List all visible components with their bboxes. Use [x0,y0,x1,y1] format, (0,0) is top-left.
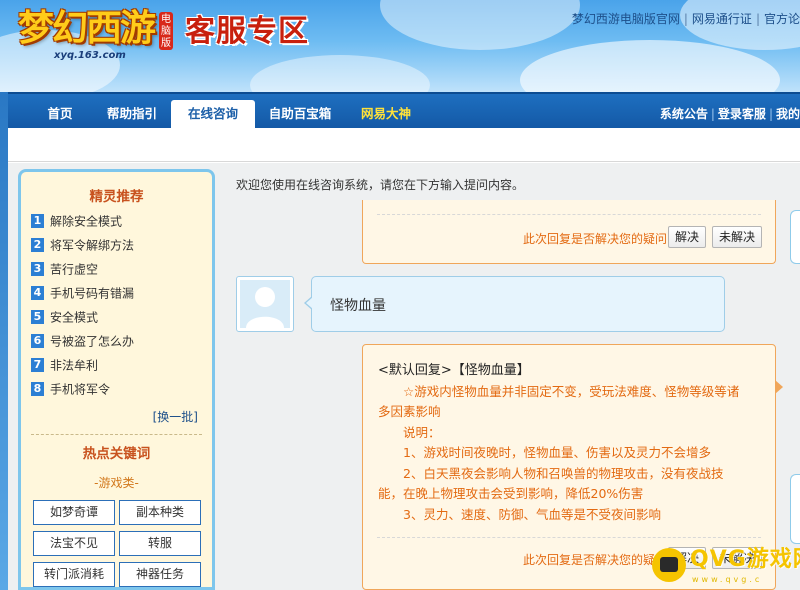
tab-self-service-box[interactable]: 自助百宝箱 [262,100,338,130]
tab-online-consult[interactable]: 在线咨询 [171,100,255,130]
tab-help-guide[interactable]: 帮助指引 [100,100,164,130]
unresolved-button[interactable]: 未解决 [712,226,763,248]
resolve-question: 此次回复是否解决您的疑问： [523,232,680,246]
reply-line: 多因素影响 [378,404,441,419]
recommend-item[interactable]: 3 苦行虚空 [31,257,212,281]
tab-netease-dashen[interactable]: 网易大神 [354,100,418,130]
side-peek-bottom [790,474,800,544]
frame-left-edge [0,92,8,590]
keyword-button[interactable]: 如梦奇谭 [33,500,115,525]
reply-divider [377,214,761,215]
tab-home[interactable]: 首页 [36,100,84,130]
item-number-badge: 3 [31,261,44,276]
keyword-button[interactable]: 转服 [119,531,201,556]
user-message-text: 怪物血量 [330,298,386,314]
logo-text: 梦幻西游 [18,7,156,49]
keyword-button[interactable]: 副本种类 [119,500,201,525]
official-site-link[interactable]: 梦幻西游电脑版官网 [572,12,680,26]
main-nav: 首页 帮助指引 在线咨询 自助百宝箱 网易大神 系统公告 | 登录客服 | 我的 [8,92,800,130]
user-message-bubble: 怪物血量 [311,276,725,332]
watermark-text: QVG游戏网 [690,547,800,572]
recommend-list: 1 解除安全模式 2 将军令解绑方法 3 苦行虚空 4 手机号码有错漏 5 安全模式 6号… [31,209,212,401]
system-notice-link[interactable]: 系统公告 [660,107,708,121]
game-logo[interactable]: 梦幻西游 xyq.163.com [18,6,178,68]
recommend-item[interactable]: 5 安全模式 [31,305,212,329]
reply-divider [377,537,761,538]
item-number-badge: 7 [31,357,44,372]
toolbar-strip [8,128,800,162]
recommend-item[interactable]: 2 将军令解绑方法 [31,233,212,257]
netease-passport-link[interactable]: 网易通行证 [692,12,752,26]
site-banner: 梦幻西游 xyq.163.com 电脑版 客服专区 梦幻西游电脑版官网 | 网易通行… [0,0,800,92]
keyword-button[interactable]: 神器任务 [119,562,201,587]
sidebar-divider [31,434,202,435]
item-number-badge: 4 [31,285,44,300]
item-number-badge: 6 [31,333,44,348]
gamepad-icon [652,548,686,582]
user-bubble-tail-fill [306,297,313,309]
reply-line: 说明： [403,424,441,440]
keyword-button[interactable]: 转门派消耗 [33,562,115,587]
resolved-button[interactable]: 解决 [668,226,707,248]
logo-url: xyq.163.com [54,50,126,61]
reply-line: 1、游戏时间夜晚时，怪物血量、伤害以及灵力不会增多 [403,445,711,460]
reply-line: 能，在晚上物理攻击会受到影响，降低20%伤害 [378,486,644,501]
watermark-subtext: www.qvg.c [692,575,763,584]
hot-keywords-title: 热点关键词 [82,446,151,462]
reply-content: <默认回复>【怪物血量】 ☆游戏内怪物血量并非固定不变，受玩法难度、怪物等级等诸… [378,361,758,525]
item-number-badge: 8 [31,381,44,396]
keyword-category: -游戏类- [94,476,139,490]
nav-right-links: 系统公告 | 登录客服 | 我的 [659,107,800,121]
site-watermark: QVG游戏网 www.qvg.c [650,544,800,590]
recommend-item[interactable]: 1 解除安全模式 [31,209,212,233]
user-avatar [236,276,294,332]
reply-bubble-tail [775,380,783,394]
previous-reply-bubble: 此次回复是否解决您的疑问： 解决 未解决 [362,200,776,264]
reply-line: ☆游戏内怪物血量并非固定不变，受玩法难度、怪物等级等诸 [403,383,740,399]
keyword-button[interactable]: 法宝不见 [33,531,115,556]
my-link[interactable]: 我的 [776,107,800,121]
top-links: 梦幻西游电脑版官网 | 网易通行证 | 官方论 [571,12,800,26]
login-service-link[interactable]: 登录客服 [718,107,766,121]
reply-heading: <默认回复>【怪物血量】 [378,363,530,378]
sidebar: 精灵推荐 1 解除安全模式 2 将军令解绑方法 3 苦行虚空 4 手机号码有错漏 5 安全… [18,169,215,590]
pc-edition-tag: 电脑版 [159,12,173,50]
page-title: 客服专区 [185,14,309,49]
recommend-item[interactable]: 4 手机号码有错漏 [31,281,212,305]
recommend-item[interactable]: 7 非法牟利 [31,353,212,377]
item-number-badge: 1 [31,213,44,228]
user-avatar-icon [240,280,290,328]
side-peek-top [790,210,800,264]
welcome-message: 欢迎您使用在线咨询系统，请您在下方输入提问内容。 [236,178,525,192]
recommend-item[interactable]: 6 号被盗了怎么办 [31,329,212,353]
item-number-badge: 2 [31,237,44,252]
official-forum-link[interactable]: 官方论 [764,12,800,26]
reply-line: 2、白天黑夜会影响人物和召唤兽的物理攻击，没有夜战技 [403,465,724,481]
recommend-item[interactable]: 8 手机将军令 [31,377,212,401]
sidebar-title: 精灵推荐 [89,189,144,205]
swap-batch-link[interactable]: [换一批] [153,408,198,425]
item-number-badge: 5 [31,309,44,324]
reply-line: 3、灵力、速度、防御、气血等是不受夜间影响 [403,506,661,522]
